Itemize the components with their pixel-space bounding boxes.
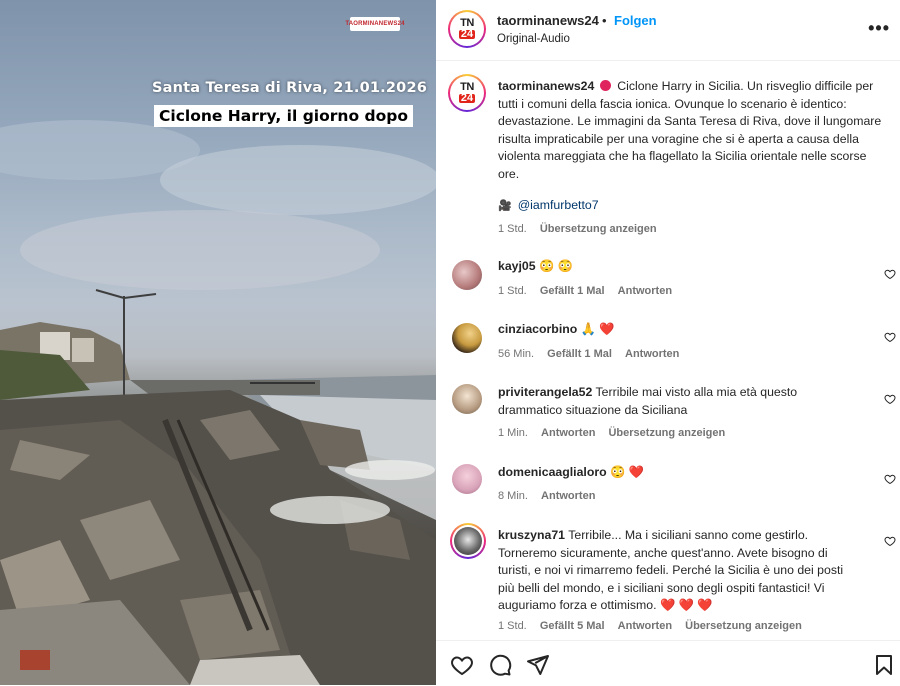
- comment: priviterangela52 Terribile mai visto all…: [436, 384, 900, 449]
- reply-button[interactable]: Antworten: [541, 490, 595, 502]
- follow-button[interactable]: Folgen: [614, 13, 657, 28]
- translate-button[interactable]: Übersetzung anzeigen: [608, 427, 725, 439]
- reply-button[interactable]: Antworten: [618, 620, 672, 632]
- like-comment-heart-icon[interactable]: [884, 535, 896, 547]
- caption-tag[interactable]: 🎥 @iamfurbetto7: [498, 198, 599, 212]
- comment-username[interactable]: kruszyna71: [498, 528, 565, 542]
- bookmark-icon[interactable]: [872, 653, 896, 677]
- caption-time[interactable]: 1 Std.: [498, 223, 527, 235]
- more-options-icon[interactable]: •••: [868, 18, 890, 39]
- like-heart-icon[interactable]: [450, 653, 474, 677]
- post-caption: taorminanews24 Ciclone Harry in Sicilia.…: [498, 78, 890, 183]
- avatar[interactable]: [452, 260, 482, 290]
- header-username[interactable]: taorminanews24: [497, 13, 599, 28]
- scene-illustration: [0, 120, 436, 685]
- comment-time[interactable]: 8 Min.: [498, 490, 528, 502]
- comment-username[interactable]: kayj05: [498, 259, 536, 273]
- translate-button[interactable]: Übersetzung anzeigen: [540, 223, 657, 235]
- comment-bubble-icon[interactable]: [488, 653, 512, 677]
- avatar[interactable]: [452, 323, 482, 353]
- avatar[interactable]: [452, 384, 482, 414]
- post-video[interactable]: TAORMINANEWS24 Santa Teresa di Riva, 21.…: [0, 0, 436, 685]
- comment: cinziacorbino 🙏 ❤️ 56 Min. Gefällt 1 Mal…: [436, 321, 900, 371]
- reply-button[interactable]: Antworten: [618, 285, 672, 297]
- comment-likes[interactable]: Gefällt 1 Mal: [547, 348, 612, 360]
- post-header: TN 24 taorminanews24 • Folgen Original-Au…: [436, 0, 900, 61]
- comment-username[interactable]: priviterangela52: [498, 385, 592, 399]
- reply-button[interactable]: Antworten: [625, 348, 679, 360]
- translate-button[interactable]: Übersetzung anzeigen: [685, 620, 802, 632]
- post-actions-bar: [436, 640, 900, 686]
- camera-icon: 🎥: [498, 200, 512, 212]
- comment-likes[interactable]: Gefällt 1 Mal: [540, 285, 605, 297]
- media-watermark: TAORMINANEWS24: [345, 17, 404, 31]
- comment-text: 😳 😳: [539, 259, 574, 273]
- comment-time[interactable]: 1 Min.: [498, 427, 528, 439]
- comment-text: 😳 ❤️: [610, 465, 645, 479]
- tag-mention[interactable]: @iamfurbetto7: [518, 198, 599, 212]
- like-comment-heart-icon[interactable]: [884, 331, 896, 343]
- comment: kruszyna71 Terribile... Ma i siciliani s…: [436, 523, 900, 637]
- comment: domenicaaglialoro 😳 ❤️ 8 Min. Antworten: [436, 464, 900, 514]
- comment-time[interactable]: 1 Std.: [498, 285, 527, 297]
- audio-label[interactable]: Original-Audio: [497, 33, 570, 45]
- comment-time[interactable]: 1 Std.: [498, 620, 527, 632]
- like-comment-heart-icon[interactable]: [884, 268, 896, 280]
- comment: kayj05 😳 😳 1 Std. Gefällt 1 Mal Antworte…: [436, 258, 900, 308]
- header-separator: •: [602, 13, 607, 28]
- video-caption-location: Santa Teresa di Riva, 21.01.2026: [152, 80, 428, 96]
- share-paper-plane-icon[interactable]: [526, 653, 550, 677]
- video-caption-title: Ciclone Harry, il giorno dopo: [154, 105, 413, 127]
- like-comment-heart-icon[interactable]: [884, 393, 896, 405]
- caption-username[interactable]: taorminanews24: [498, 79, 594, 93]
- avatar[interactable]: [452, 464, 482, 494]
- post-sidebar: TN 24 taorminanews24 • Folgen Original-Au…: [436, 0, 900, 685]
- comment-likes[interactable]: Gefällt 5 Mal: [540, 620, 605, 632]
- caption-text: Ciclone Harry in Sicilia. Un risveglio d…: [498, 79, 882, 181]
- reply-button[interactable]: Antworten: [541, 427, 595, 439]
- caption-meta: 1 Std. Übersetzung anzeigen: [498, 223, 667, 235]
- comment-text: 🙏 ❤️: [580, 322, 615, 336]
- comment-time[interactable]: 56 Min.: [498, 348, 534, 360]
- tn24-logo-icon: TN 24: [452, 78, 482, 108]
- like-comment-heart-icon[interactable]: [884, 473, 896, 485]
- red-circle-icon: [599, 80, 611, 91]
- comment-username[interactable]: domenicaaglialoro: [498, 465, 607, 479]
- avatar[interactable]: TN 24: [448, 10, 486, 48]
- tn24-logo-icon: TN 24: [452, 14, 482, 44]
- comment-username[interactable]: cinziacorbino: [498, 322, 577, 336]
- avatar[interactable]: [450, 523, 486, 559]
- caption-avatar[interactable]: TN 24: [448, 74, 486, 112]
